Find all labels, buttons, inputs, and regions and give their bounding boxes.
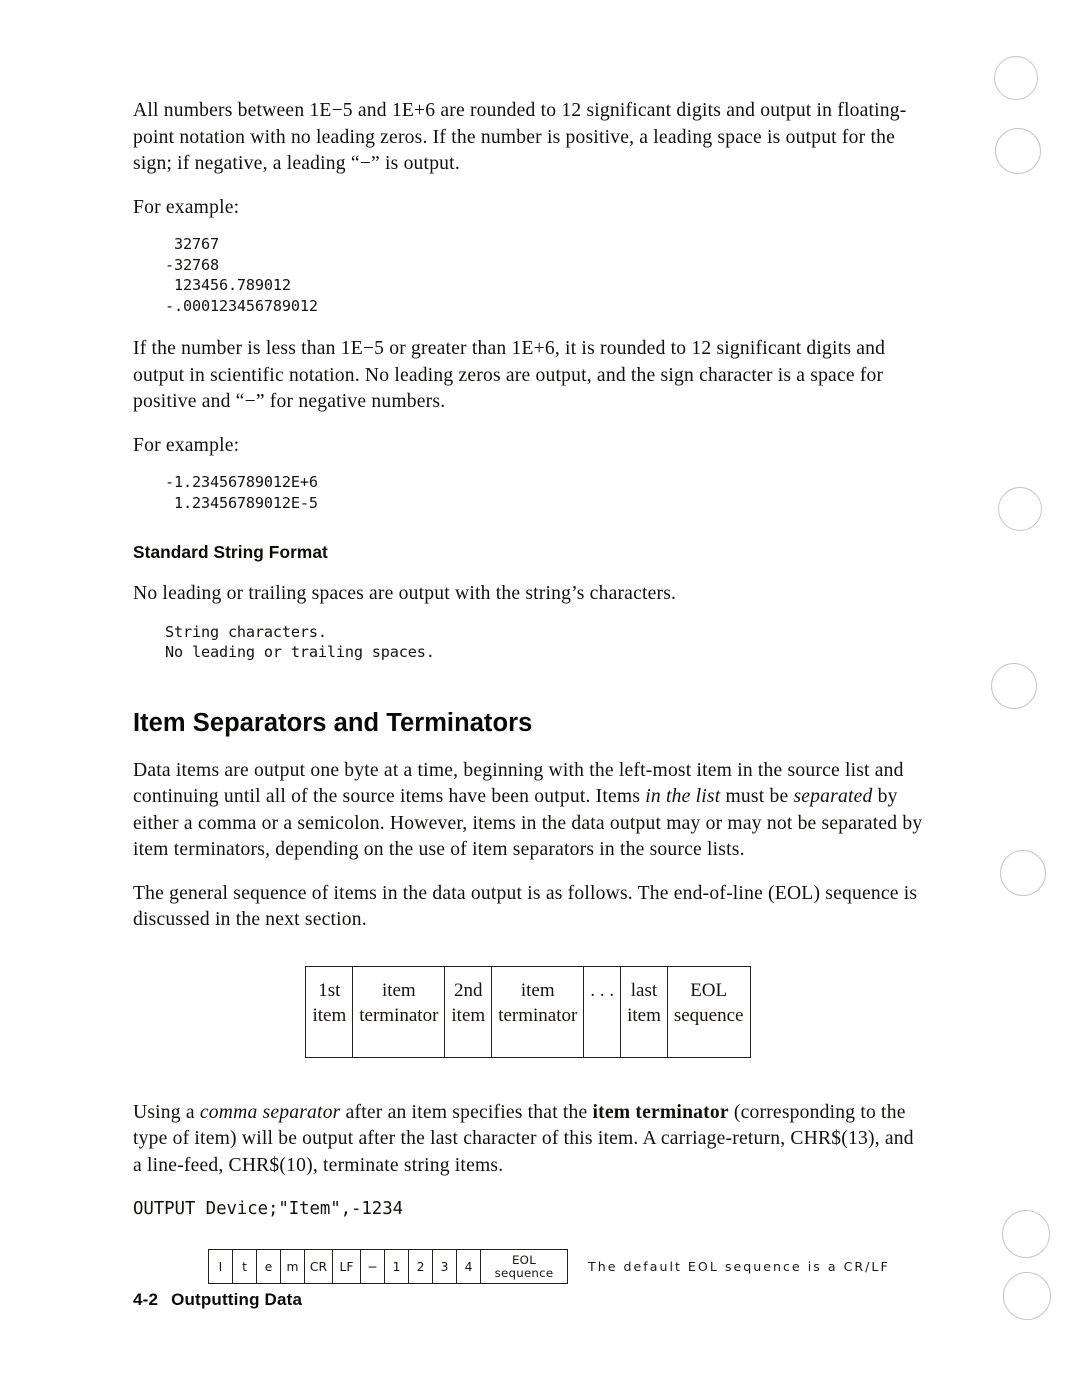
binder-ring-artifact-6 <box>1003 1272 1051 1320</box>
general-sequence-diagram: 1st item item terminator 2nd item item t… <box>133 965 923 1058</box>
byte-cell-1: t <box>233 1250 257 1283</box>
heading-item-separators-and-terminators: Item Separators and Terminators <box>133 708 533 737</box>
numeric-example-block-2: -1.23456789012E+6 1.23456789012E-5 <box>165 473 318 512</box>
byte-eol-line1: EOL <box>511 1253 537 1267</box>
sequence-cell-2: item terminator <box>352 966 446 1057</box>
sequence-cell-1-line1: 1st <box>318 979 341 1001</box>
sequence-cell-6-line2: item <box>627 1004 661 1026</box>
sequence-cell-6: last item <box>620 966 668 1057</box>
table-row: 1st item item terminator 2nd item item t… <box>305 966 750 1057</box>
byte-cell-5: LF <box>333 1250 361 1283</box>
heading-standard-string-format: Standard String Format <box>133 542 328 562</box>
sequence-table: 1st item item terminator 2nd item item t… <box>305 965 751 1058</box>
separators-para1-mid: must be <box>720 786 794 807</box>
numeric-example-block-1: 32767 -32768 123456.789012 -.00012345678… <box>165 235 318 315</box>
byte-cell-10: 4 <box>457 1250 481 1283</box>
sequence-cell-7-line1: EOL <box>690 979 728 1001</box>
binder-ring-artifact-4 <box>1000 850 1046 896</box>
binder-ring-artifact-5 <box>1002 1210 1050 1258</box>
sequence-cell-1: 1st item <box>305 966 354 1057</box>
byte-cell-2: e <box>257 1250 281 1283</box>
page-content: All numbers between 1E−5 and 1E+6 are ro… <box>133 0 923 1284</box>
byte-cell-eol: EOL sequence <box>481 1250 567 1283</box>
string-format-paragraph: No leading or trailing spaces are output… <box>133 583 677 604</box>
sequence-cell-7: EOL sequence <box>666 966 750 1057</box>
binder-ring-artifact-2 <box>998 487 1042 531</box>
binder-ring-artifact-3 <box>991 663 1037 709</box>
top-margin-spacer <box>133 0 923 98</box>
sequence-cell-4: item terminator <box>491 966 585 1057</box>
byte-cell-9: 3 <box>433 1250 457 1283</box>
sequence-cell-3-line1: 2nd <box>454 979 483 1001</box>
byte-cell-6: − <box>361 1250 385 1283</box>
separators-para1-italic-2: separated <box>793 786 873 807</box>
byte-cell-7: 1 <box>385 1250 409 1283</box>
byte-cell-3: m <box>281 1250 305 1283</box>
footer-page-number: 4-2 <box>133 1290 159 1309</box>
binder-ring-artifact-0 <box>994 56 1038 100</box>
sequence-cell-7-line2: sequence <box>673 1004 744 1026</box>
byte-diagram-caption: The default EOL sequence is a CR/LF <box>588 1259 890 1274</box>
string-example-block: String characters. No leading or trailin… <box>165 622 435 662</box>
separators-paragraph-2: The general sequence of items in the dat… <box>133 882 918 931</box>
for-example-label-2: For example: <box>133 434 240 456</box>
numeric-format-paragraph-2: If the number is less than 1E−5 or great… <box>133 338 886 412</box>
ellipsis-glyph: . . . <box>590 979 615 1001</box>
separators-para3-italic: comma separator <box>199 1101 341 1123</box>
numeric-format-paragraph-1: All numbers between 1E−5 and 1E+6 are ro… <box>133 100 907 174</box>
separators-paragraph-1: Data items are output one byte at a time… <box>133 758 923 864</box>
page-footer: 4-2 Outputting Data <box>133 1290 302 1310</box>
footer-section-title: Outputting Data <box>171 1290 303 1309</box>
sequence-cell-2-line1: item <box>381 979 416 1001</box>
sequence-cell-4-line2: terminator <box>498 1004 578 1026</box>
document-page: All numbers between 1E−5 and 1E+6 are ro… <box>0 0 1080 1397</box>
separators-para3-pre: Using a <box>133 1101 200 1123</box>
binder-ring-artifact-1 <box>995 128 1041 174</box>
byte-eol-line2: sequence <box>494 1265 554 1280</box>
byte-cell-0: I <box>209 1250 233 1283</box>
separators-para1-italic-1: in the list <box>645 786 721 807</box>
sequence-cell-3-line2: item <box>451 1004 486 1026</box>
byte-cell-8: 2 <box>409 1250 433 1283</box>
separators-para3-mid: after an item specifies that the <box>340 1101 593 1123</box>
byte-cell-4: CR <box>305 1250 333 1283</box>
sequence-cell-1-line2: item <box>312 1004 347 1026</box>
sequence-cell-4-line1: item <box>520 979 555 1001</box>
separators-para3-bold: item terminator <box>592 1101 729 1123</box>
byte-stream-diagram: I t e m CR LF − 1 2 3 4 EOL sequence The… <box>133 1249 923 1284</box>
sequence-cell-2-line2: terminator <box>359 1004 439 1026</box>
for-example-label-1: For example: <box>133 196 240 218</box>
sequence-cell-ellipsis: . . . <box>583 966 622 1057</box>
separators-paragraph-3: Using a comma separator after an item sp… <box>133 1100 923 1180</box>
byte-cell-strip: I t e m CR LF − 1 2 3 4 EOL sequence <box>208 1249 568 1284</box>
sequence-cell-3: 2nd item <box>444 966 493 1057</box>
sequence-cell-6-line1: last <box>630 979 658 1001</box>
output-statement-code: OUTPUT Device;"Item",-1234 <box>133 1199 403 1219</box>
